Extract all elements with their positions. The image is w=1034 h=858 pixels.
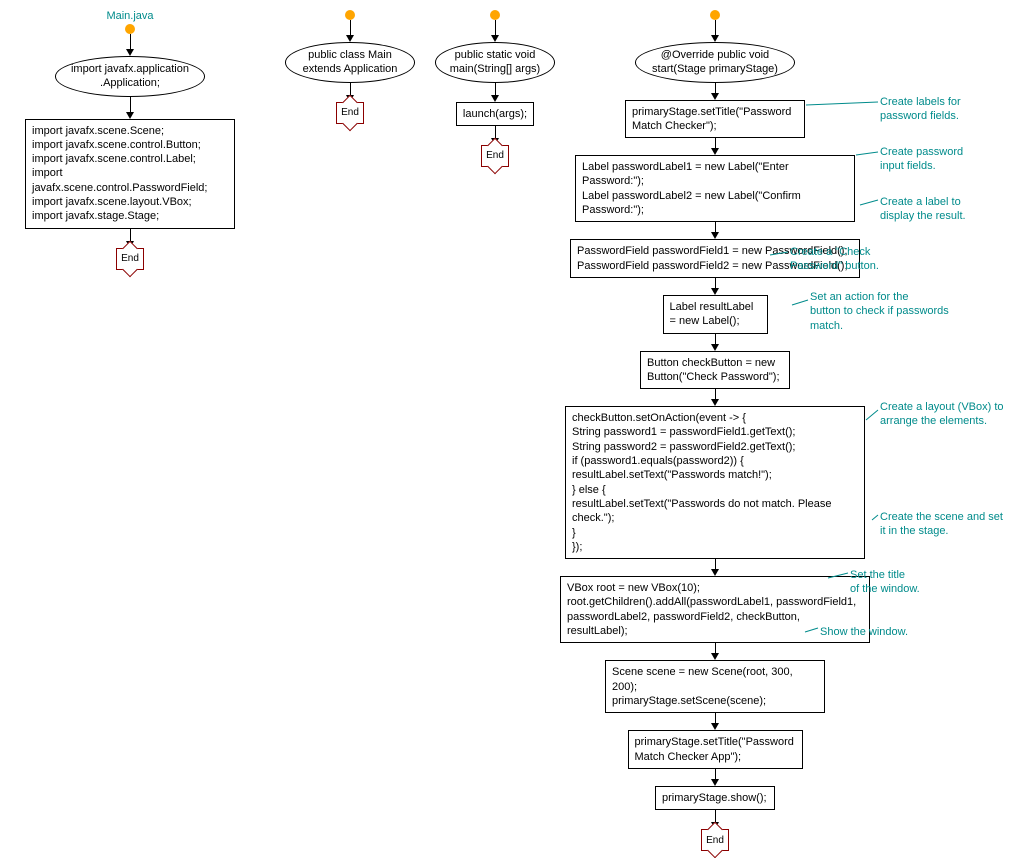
col4-box2-text: Label passwordLabel1 = new Label("Enter … [582, 161, 801, 216]
col4-box6: checkButton.setOnAction(event -> { Strin… [565, 406, 865, 559]
col4-box8-text: Scene scene = new Scene(root, 300, 200);… [612, 666, 793, 707]
col2-end-text: End [341, 107, 359, 118]
arrow-4-7 [711, 559, 719, 576]
col4-box8: Scene scene = new Scene(root, 300, 200);… [605, 660, 825, 713]
arrow-4-1 [711, 83, 719, 100]
column-3: public static void main(String[] args) l… [430, 10, 560, 167]
arrow-3-1 [491, 83, 499, 102]
col4-ellipse: @Override public void start(Stage primar… [635, 42, 795, 83]
col1-ellipse: import javafx.application .Application; [55, 56, 205, 97]
column-2: public class Main extends Application En… [280, 10, 420, 124]
col1-imports-text: import javafx.scene.Scene; import javafx… [32, 125, 207, 223]
col4-box10: primaryStage.show(); [655, 786, 775, 810]
col4-box4-text: Label resultLabel = new Label(); [670, 301, 754, 327]
col4-box5-text: Button checkButton = new Button("Check P… [647, 357, 780, 383]
annotation-3: Create a label to display the result. [880, 195, 966, 224]
col4-end-text: End [706, 835, 724, 846]
col2-end: End [336, 102, 364, 124]
arrow-4-6 [711, 389, 719, 406]
annotation-9: Show the window. [820, 625, 908, 639]
arrow-4-4 [711, 278, 719, 295]
annotation-8: Set the title of the window. [850, 568, 920, 597]
annotation-6: Create a layout (VBox) to arrange the el… [880, 400, 1004, 429]
arrow-4-8 [711, 643, 719, 660]
col2-ellipse-text: public class Main extends Application [303, 49, 398, 75]
arrow-1-2 [126, 97, 134, 119]
annotation-2: Create password input fields. [880, 145, 963, 174]
annotation-5: Set an action for the button to check if… [810, 290, 949, 333]
arrow-4-2 [711, 138, 719, 155]
col1-imports-box: import javafx.scene.Scene; import javafx… [25, 119, 235, 229]
col4-box9-text: primaryStage.setTitle("Password Match Ch… [635, 736, 794, 762]
col4-box4: Label resultLabel = new Label(); [663, 295, 768, 334]
arrow-4-10 [711, 769, 719, 786]
annotation-4: Create a "Check Password" button. [790, 245, 879, 274]
arrow-4-9 [711, 713, 719, 730]
col4-box2: Label passwordLabel1 = new Label("Enter … [575, 155, 855, 222]
col4-box7-text: VBox root = new VBox(10); root.getChildr… [567, 582, 856, 637]
col4-box5: Button checkButton = new Button("Check P… [640, 351, 790, 390]
arrow-4-5 [711, 334, 719, 351]
column-4: @Override public void start(Stage primar… [560, 10, 870, 851]
col3-ellipse-text: public static void main(String[] args) [450, 49, 540, 75]
annotation-1: Create labels for password fields. [880, 95, 961, 124]
arrow-4-3 [711, 222, 719, 239]
col4-ellipse-text: @Override public void start(Stage primar… [652, 49, 778, 75]
col4-box1: primaryStage.setTitle("Password Match Ch… [625, 100, 805, 139]
entry-arrow-2 [345, 10, 355, 42]
annotation-7: Create the scene and set it in the stage… [880, 510, 1003, 539]
col4-box10-text: primaryStage.show(); [662, 792, 767, 804]
col2-ellipse: public class Main extends Application [285, 42, 415, 83]
col1-end-text: End [121, 253, 139, 264]
entry-arrow-1 [125, 24, 135, 56]
col4-box9: primaryStage.setTitle("Password Match Ch… [628, 730, 803, 769]
col4-box1-text: primaryStage.setTitle("Password Match Ch… [632, 106, 791, 132]
column-1: Main.java import javafx.application .App… [20, 10, 240, 270]
col1-title: Main.java [106, 10, 153, 22]
col4-box6-text: checkButton.setOnAction(event -> { Strin… [572, 412, 831, 553]
col3-end-text: End [486, 150, 504, 161]
col3-end: End [481, 145, 509, 167]
col1-ellipse-text: import javafx.application .Application; [71, 63, 189, 89]
entry-arrow-4 [710, 10, 720, 42]
col1-end: End [116, 248, 144, 270]
col4-end: End [701, 829, 729, 851]
entry-arrow-3 [490, 10, 500, 42]
col3-ellipse: public static void main(String[] args) [435, 42, 555, 83]
col3-box-text: launch(args); [463, 108, 527, 120]
col3-box: launch(args); [456, 102, 534, 126]
